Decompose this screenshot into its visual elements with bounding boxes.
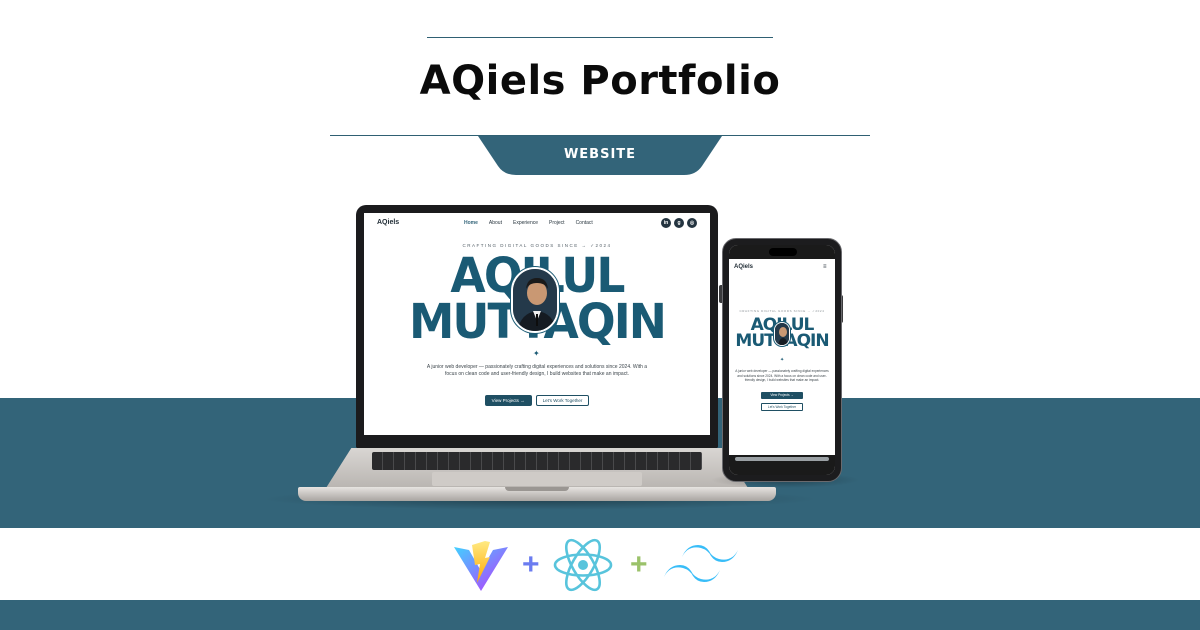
view-projects-button[interactable]: View Projects →: [484, 395, 532, 406]
hero-buttons: View Projects → Let's Work Together: [364, 395, 710, 406]
plus-icon: +: [522, 548, 540, 581]
header-divider-top: [427, 37, 773, 38]
react-logo-icon: [553, 538, 613, 592]
mobile-work-together-label: Let's Work Together: [767, 405, 797, 409]
hamburger-menu-icon[interactable]: ≡: [823, 264, 827, 270]
laptop-notch: [505, 487, 569, 491]
tailwind-logo-icon: [664, 545, 738, 582]
instagram-icon[interactable]: ◎: [687, 218, 697, 228]
nav-link-home[interactable]: Home: [464, 220, 478, 226]
social-links: in g ◎: [661, 218, 697, 228]
laptop-keyboard: [372, 452, 702, 470]
avatar: [511, 267, 559, 333]
work-together-label: Let's Work Together: [542, 398, 583, 403]
nav-link-experience[interactable]: Experience: [513, 220, 538, 226]
category-badge: WEBSITE: [478, 136, 722, 176]
mobile-view-projects-button[interactable]: View Projects →: [761, 392, 803, 399]
avatar-portrait: [513, 269, 557, 331]
site-logo[interactable]: AQiels: [377, 219, 399, 226]
phone-dynamic-island: [769, 248, 797, 256]
hero-description: A junior web developer — passionately cr…: [426, 364, 648, 377]
sparkle-icon: ✦: [533, 349, 540, 358]
nav-link-contact[interactable]: Contact: [576, 220, 593, 226]
mobile-sparkle-icon: ✦: [780, 357, 785, 363]
plus-icon: +: [630, 548, 648, 581]
mobile-work-together-button[interactable]: Let's Work Together: [761, 403, 803, 411]
site-navbar: AQiels Home About Experience Project Con…: [364, 213, 710, 235]
nav-link-about[interactable]: About: [489, 220, 502, 226]
mobile-view-projects-label: View Projects: [770, 393, 790, 397]
work-together-button[interactable]: Let's Work Together: [535, 395, 590, 406]
laptop-chin: [356, 436, 718, 448]
phone-screen: AQiels ≡ CRAFTING DIGITAL GOODS SINCE → …: [729, 245, 835, 475]
mobile-hero-tagline: CRAFTING DIGITAL GOODS SINCE → ✓2024: [739, 309, 825, 313]
page-title: AQiels Portfolio: [419, 58, 781, 104]
phone-scroll-bar: [735, 457, 829, 461]
badge-label: WEBSITE: [563, 147, 637, 162]
view-projects-label: View Projects: [491, 398, 519, 403]
footer-band: [0, 600, 1200, 630]
github-icon[interactable]: g: [674, 218, 684, 228]
nav-link-project[interactable]: Project: [549, 220, 565, 226]
mobile-hero-description: A junior web developer — passionately cr…: [735, 369, 829, 383]
linkedin-icon[interactable]: in: [661, 218, 671, 228]
nav-links: Home About Experience Project Contact: [464, 220, 593, 226]
vite-logo-icon: [454, 541, 508, 591]
mobile-site-logo[interactable]: AQiels: [734, 264, 753, 270]
laptop-screen: AQiels Home About Experience Project Con…: [364, 213, 710, 435]
laptop-trackpad: [432, 472, 642, 486]
mobile-avatar-portrait: [775, 323, 789, 345]
mobile-avatar: [774, 322, 790, 346]
tech-stack: + +: [452, 537, 752, 593]
